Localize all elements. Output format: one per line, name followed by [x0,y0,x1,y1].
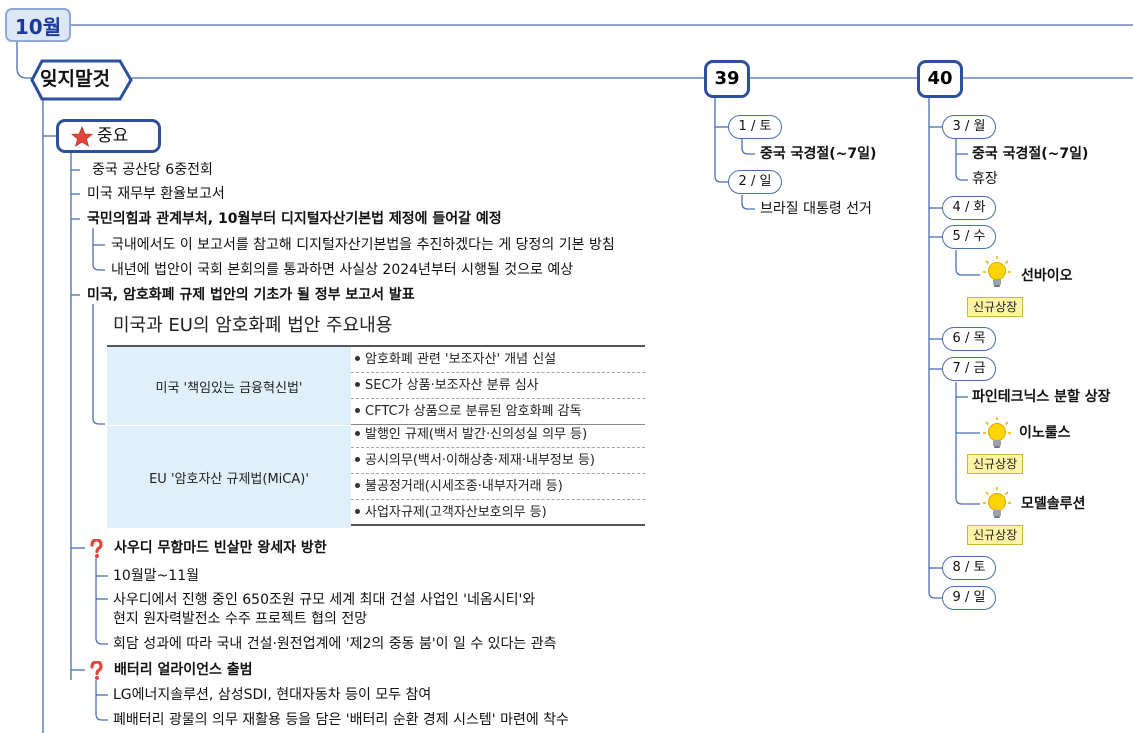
new-listing-badge: 신규상장 [967,454,1024,474]
new-listing-badge: 신규상장 [967,525,1024,545]
question-icon [90,539,103,558]
item-saudi-neom-line2[interactable]: 현지 원자력발전소 수주 프로젝트 협의 전망 [113,610,367,628]
day-3-market-closed[interactable]: 휴장 [972,170,998,188]
day-3-event[interactable]: 중국 국경절(~7일) [972,145,1088,163]
day-2-event[interactable]: 브라질 대통령 선거 [760,200,872,218]
item-digital-asset-law-schedule[interactable]: 내년에 법안이 국회 본회의를 통과하면 사실상 2024년부터 시행될 것으로… [111,261,573,279]
day-7-listing-innorules[interactable]: 이노룰스 [1019,424,1071,442]
table-row: 발행인 규제(백서 발간·신의성실 의무 등) [351,422,645,448]
new-listing-badge: 신규상장 [967,297,1024,317]
important-label: 중요 [97,126,129,146]
bullet-dot [355,382,360,387]
table-group-us-label: 미국 '책임있는 금융혁신법' [155,380,303,396]
table-group-eu: EU '암호자산 규제법(MiCA)' [107,426,351,528]
table-row-text: 발행인 규제(백서 발간·신의성실 의무 등) [365,427,588,442]
day-8-pill[interactable]: 8 / 토 [942,556,996,580]
item-us-crypto-report[interactable]: 미국, 암호화폐 규제 법안의 기초가 될 정부 보고서 발표 [87,286,415,304]
lightbulb-icon [983,487,1011,518]
day-5-pill[interactable]: 5 / 수 [942,225,996,249]
item-battery-alliance[interactable]: 배터리 얼라이언스 출범 [114,661,253,679]
lightbulb-icon [983,256,1011,287]
item-battery-participants[interactable]: LG에너지솔루션, 삼성SDI, 현대자동차 등이 모두 참여 [113,686,431,704]
item-saudi-middle-east-boom[interactable]: 회담 성과에 따라 국내 건설·원전업계에 '제2의 중동 붐'이 일 수 있다… [113,635,557,653]
table-row: 사업자규제(고객자산보호의무 등) [351,500,645,526]
day-7-event-pinetechnics[interactable]: 파인테크닉스 분할 상장 [972,388,1111,406]
table-row-text: 공시의무(백서·이해상충·제재·내부정보 등) [365,453,595,468]
item-digital-asset-law[interactable]: 국민의힘과 관계부처, 10월부터 디지털자산기본법 제정에 들어갈 예정 [87,210,502,228]
table-row: 공시의무(백서·이해상충·제재·내부정보 등) [351,448,645,474]
item-saudi-neom-line1[interactable]: 사우디에서 진행 중인 650조원 규모 세계 최대 건설 사업인 '네옴시티'… [113,591,535,609]
question-icon [90,661,103,680]
item-digital-asset-law-policy[interactable]: 국내에서도 이 보고서를 참고해 디지털자산기본법을 추진하겠다는 게 당정의 … [111,236,615,254]
topic-label: 잊지말것 [40,68,110,90]
table-row-text: 암호화폐 관련 '보조자산' 개념 신설 [365,352,557,367]
item-saudi-crown-prince-visit[interactable]: 사우디 무함마드 빈살만 왕세자 방한 [114,539,327,557]
table-row: 암호화폐 관련 '보조자산' 개념 신설 [351,347,645,373]
topic-node[interactable]: 잊지말것 [30,58,134,102]
item-battery-recycling[interactable]: 폐배터리 광물의 의무 재활용 등을 담은 '배터리 순환 경제 시스템' 마련… [113,711,569,729]
bullet-dot [355,431,360,436]
important-node[interactable]: 중요 [56,119,161,153]
table-row-text: SEC가 상품·보조자산 분류 심사 [365,378,539,393]
table-row: SEC가 상품·보조자산 분류 심사 [351,373,645,399]
day-2-pill[interactable]: 2 / 일 [728,170,782,194]
item-ccp-plenum[interactable]: 중국 공산당 6중전회 [92,161,213,179]
star-icon [71,126,93,147]
table-row-text: CFTC가 상품으로 분류된 암호화폐 감독 [365,404,582,419]
day-7-listing-modelsolution[interactable]: 모델솔루션 [1021,495,1085,513]
day-1-event[interactable]: 중국 국경절(~7일) [760,145,876,163]
bullet-dot [355,356,360,361]
week-40-node[interactable]: 40 [917,60,963,98]
lightbulb-icon [983,417,1011,448]
table-group-us: 미국 '책임있는 금융혁신법' [107,347,351,425]
table-title: 미국과 EU의 암호화폐 법안 주요내용 [113,315,393,336]
month-node[interactable]: 10월 [5,8,71,42]
table-row: 불공정거래(시세조종·내부자거래 등) [351,474,645,500]
bullet-dot [355,408,360,413]
bullet-dot [355,483,360,488]
crypto-law-table-image: 미국과 EU의 암호화폐 법안 주요내용 미국 '책임있는 금융혁신법' 암호화… [105,308,645,530]
table-group-eu-label: EU '암호자산 규제법(MiCA)' [149,471,309,487]
bullet-dot [355,457,360,462]
item-us-currency-report[interactable]: 미국 재무부 환율보고서 [87,185,225,203]
item-saudi-visit-timing[interactable]: 10월말~11월 [113,567,199,585]
day-5-listing-sunbio[interactable]: 선바이오 [1021,267,1073,285]
table-row-text: 불공정거래(시세조종·내부자거래 등) [365,479,563,494]
day-6-pill[interactable]: 6 / 목 [942,327,996,351]
day-9-pill[interactable]: 9 / 일 [942,586,996,610]
week-39-node[interactable]: 39 [704,60,750,98]
day-1-pill[interactable]: 1 / 토 [728,115,782,139]
table-row-text: 사업자규제(고객자산보호의무 등) [365,505,547,520]
day-3-pill[interactable]: 3 / 월 [942,115,996,139]
bullet-dot [355,509,360,514]
day-7-pill[interactable]: 7 / 금 [942,357,996,381]
day-4-pill[interactable]: 4 / 화 [942,196,996,220]
